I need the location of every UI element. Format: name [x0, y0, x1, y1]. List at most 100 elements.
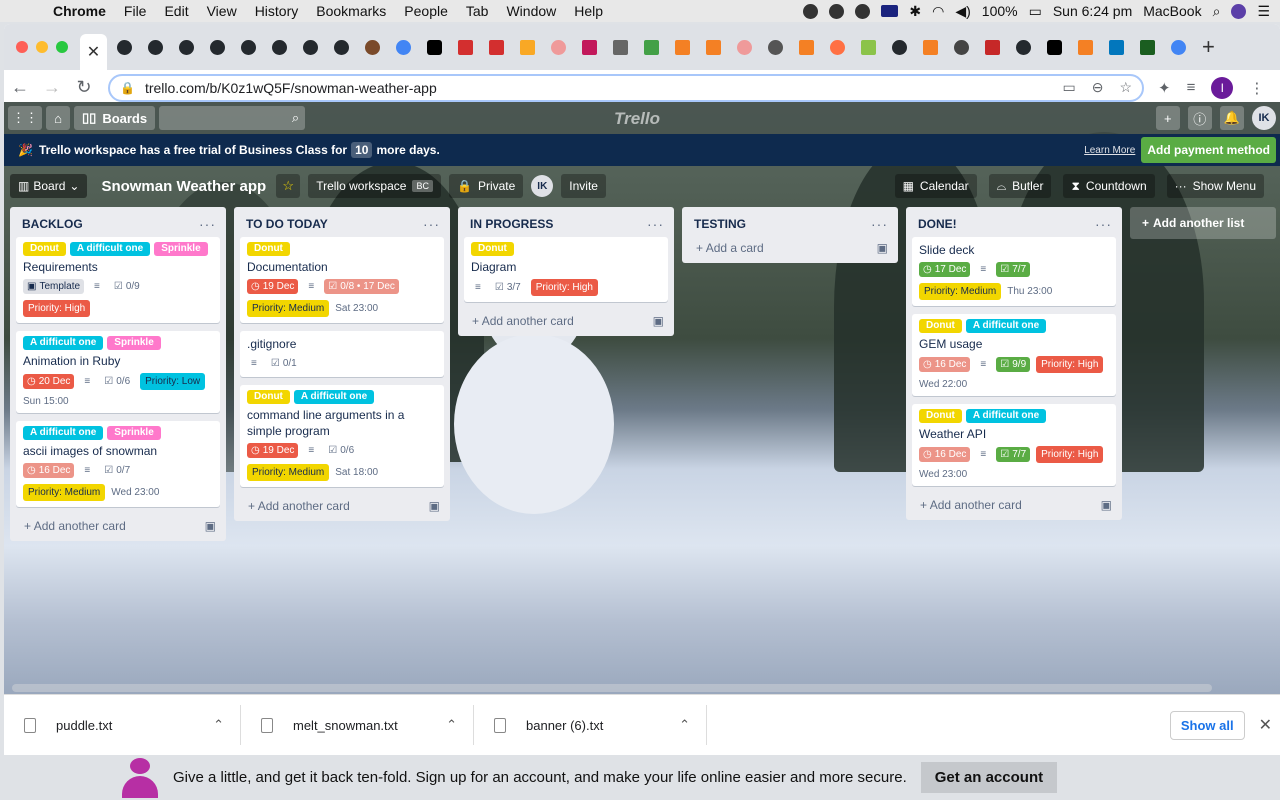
template-icon[interactable]: ▣ — [429, 499, 440, 513]
add-card-button[interactable]: + Add another card ▣ — [458, 310, 674, 330]
tab-google[interactable] — [390, 33, 417, 61]
trello-logo[interactable]: Trello — [614, 109, 660, 129]
tab-github-7[interactable] — [297, 33, 324, 61]
spotlight-icon[interactable]: ⌕ — [1213, 3, 1221, 20]
tab-doc[interactable] — [607, 33, 634, 61]
card[interactable]: Donut A difficult one command line argumen… — [240, 385, 444, 487]
add-card-button[interactable]: + Add a card ▣ — [682, 237, 898, 257]
workspace-button[interactable]: Trello workspace BC — [308, 174, 441, 198]
reload-icon[interactable]: ↻ — [68, 77, 100, 98]
battery-icon[interactable]: ▭ — [1029, 3, 1042, 20]
tab-globe[interactable] — [762, 33, 789, 61]
tab-home[interactable] — [979, 33, 1006, 61]
tab-github-1[interactable] — [111, 33, 138, 61]
due-date-badge[interactable]: ◷ 16 Dec — [23, 463, 75, 478]
computer-name[interactable]: MacBook — [1143, 3, 1201, 19]
record-icon[interactable] — [803, 3, 819, 19]
board-view-select[interactable]: ▥ Board ⌄ — [10, 174, 88, 198]
tab-github-3[interactable] — [173, 33, 200, 61]
tab-stackoverflow-3[interactable] — [793, 33, 820, 61]
board-title[interactable]: Snowman Weather app — [101, 178, 266, 195]
card-label[interactable]: Sprinkle — [107, 426, 161, 440]
list-menu-icon[interactable]: ··· — [199, 216, 216, 232]
control-center-icon[interactable]: ☰ — [1257, 3, 1270, 20]
add-card-button[interactable]: + Add another card ▣ — [234, 495, 450, 515]
card-label[interactable]: Donut — [471, 242, 514, 256]
download-item[interactable]: melt_snowman.txt ⌃ — [241, 705, 474, 745]
clock[interactable]: Sun 6:24 pm — [1053, 3, 1132, 19]
chrome-menu-icon[interactable]: ⋮ — [1249, 79, 1264, 97]
due-date-badge[interactable]: ◷ 17 Dec — [919, 262, 971, 277]
due-date-badge[interactable]: ◷ 16 Dec — [919, 447, 971, 462]
tab-green[interactable] — [638, 33, 665, 61]
menu-app-name[interactable]: Chrome — [44, 3, 115, 19]
template-icon[interactable]: ▣ — [205, 519, 216, 533]
countdown-button[interactable]: ⧗ Countdown — [1063, 174, 1155, 198]
card-label[interactable]: A difficult one — [293, 390, 375, 404]
menu-file[interactable]: File — [115, 3, 156, 19]
tab-github-2[interactable] — [142, 33, 169, 61]
menu-window[interactable]: Window — [497, 3, 565, 19]
tab-z[interactable] — [1134, 33, 1161, 61]
card-label[interactable]: Donut — [919, 319, 962, 333]
add-card-button[interactable]: + Add another card ▣ — [906, 494, 1122, 514]
card-label[interactable]: Donut — [23, 242, 66, 256]
tab-github-4[interactable] — [204, 33, 231, 61]
learn-more-link[interactable]: Learn More — [1084, 145, 1135, 156]
card[interactable]: Donut Documentation ◷ 19 Dec ≡ ☑ 0/8 • 17 Dec P… — [240, 237, 444, 323]
card-label[interactable]: A difficult one — [69, 242, 151, 256]
card-label[interactable]: Donut — [247, 390, 290, 404]
due-date-badge[interactable]: ◷ 16 Dec — [919, 357, 971, 372]
card-label[interactable]: A difficult one — [965, 409, 1047, 423]
list-title[interactable]: TO DO TODAY — [246, 217, 328, 231]
zoom-icon[interactable]: ⊖ — [1092, 79, 1104, 96]
card-label[interactable]: Donut — [919, 409, 962, 423]
add-card-button[interactable]: + Add another card ▣ — [10, 515, 226, 535]
card[interactable]: Donut Diagram ≡ ☑ 3/7 Priority: High — [464, 237, 668, 302]
tab-avatar[interactable] — [359, 33, 386, 61]
close-window-icon[interactable] — [16, 41, 28, 53]
back-icon[interactable]: ← — [4, 77, 36, 98]
tab-medium-2[interactable] — [1041, 33, 1068, 61]
dollar-icon[interactable] — [829, 3, 845, 19]
boards-button[interactable]: ▯▯ Boards — [74, 106, 156, 130]
tab-ruby[interactable] — [576, 33, 603, 61]
wifi-icon[interactable]: ◠ — [932, 3, 944, 20]
maximize-window-icon[interactable] — [56, 41, 68, 53]
menu-history[interactable]: History — [246, 3, 308, 19]
home-icon[interactable]: ⌂ — [46, 106, 70, 130]
tab-github-5[interactable] — [235, 33, 262, 61]
tab-github-8[interactable] — [328, 33, 355, 61]
card[interactable]: Donut A difficult one Sprinkle Requirements… — [16, 237, 220, 323]
search-input[interactable]: ⌕ — [159, 106, 306, 130]
tab-stackoverflow-2[interactable] — [700, 33, 727, 61]
menu-edit[interactable]: Edit — [155, 3, 197, 19]
due-date-badge[interactable]: ◷ 19 Dec — [247, 279, 299, 294]
tab-google-2[interactable] — [1165, 33, 1192, 61]
tab-pink-1[interactable] — [545, 33, 572, 61]
card-label[interactable]: Donut — [247, 242, 290, 256]
butler-button[interactable]: ⌓ Butler — [988, 174, 1052, 198]
tab-orange[interactable] — [824, 33, 851, 61]
tab-circle-x[interactable] — [948, 33, 975, 61]
horizontal-scrollbar[interactable] — [12, 684, 1212, 692]
add-list-button[interactable]: + Add another list — [1130, 207, 1276, 239]
tab-leaf[interactable] — [855, 33, 882, 61]
list-title[interactable]: DONE! — [918, 217, 957, 231]
new-tab-icon[interactable]: + — [1202, 34, 1215, 60]
tab-pink-2[interactable] — [731, 33, 758, 61]
list-menu-icon[interactable]: ··· — [423, 216, 440, 232]
siri-icon[interactable] — [1231, 3, 1247, 19]
notifications-icon[interactable]: 🔔 — [1219, 106, 1244, 130]
card-label[interactable]: Sprinkle — [154, 242, 208, 256]
tab-yellow[interactable] — [514, 33, 541, 61]
visibility-button[interactable]: 🔒 Private — [448, 174, 524, 198]
card[interactable]: Donut A difficult one GEM usage ◷ 16 Dec ≡ ☑ 9/… — [912, 314, 1116, 396]
due-date-badge[interactable]: ◷ 19 Dec — [247, 443, 299, 458]
forward-icon[interactable]: → — [36, 77, 68, 98]
card[interactable]: Donut A difficult one Weather API ◷ 16 Dec ≡ ☑… — [912, 404, 1116, 486]
flag-icon[interactable] — [881, 5, 899, 17]
menu-help[interactable]: Help — [565, 3, 612, 19]
list-menu-icon[interactable]: ··· — [647, 216, 664, 232]
list-title[interactable]: BACKLOG — [22, 217, 83, 231]
